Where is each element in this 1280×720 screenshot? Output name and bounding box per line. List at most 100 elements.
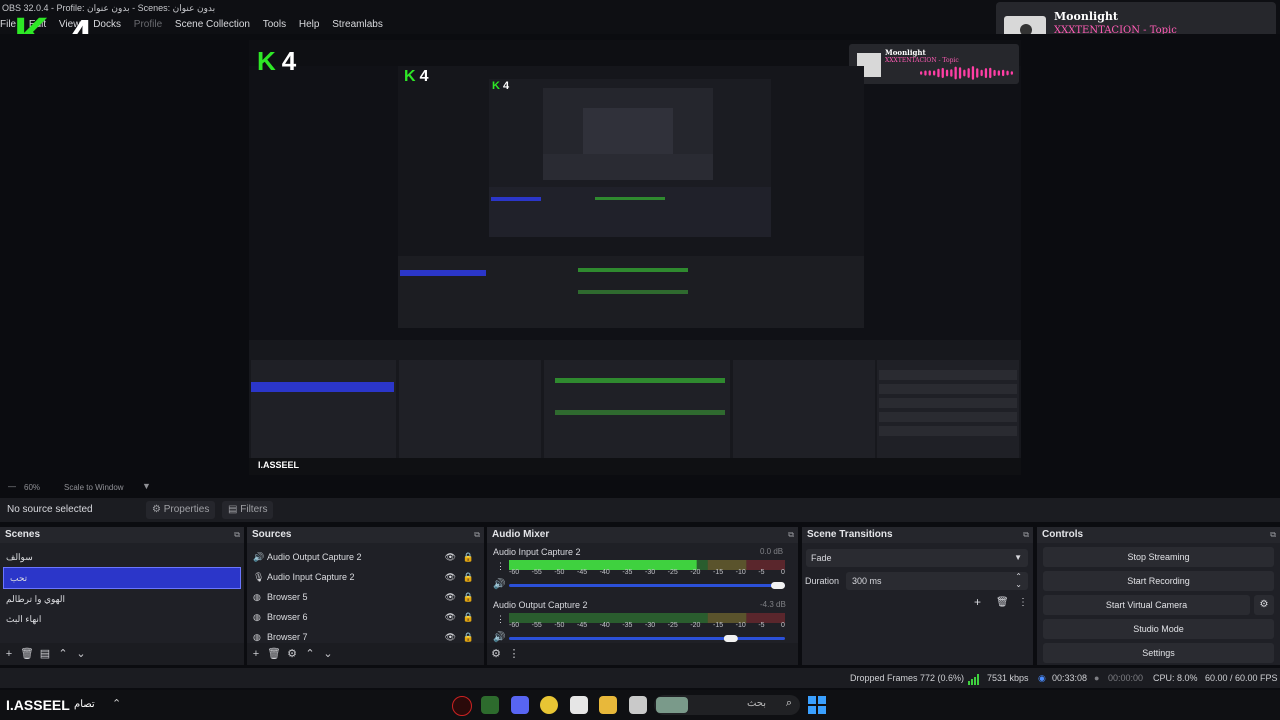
lock-icon[interactable]: 🔒 [463, 587, 474, 607]
scale-tick: 0 [781, 622, 785, 629]
menu-scene-collection[interactable]: Scene Collection [175, 16, 250, 34]
speaker-icon[interactable]: 🔊 [493, 579, 505, 590]
menu-help[interactable]: Help [299, 16, 320, 34]
source-item[interactable]: 🔊 Audio Output Capture 2 👁 🔒 [247, 547, 484, 567]
more-icon[interactable]: ⋮ [496, 561, 505, 572]
chevron-down-icon[interactable]: ⌄ [319, 643, 337, 665]
source-item[interactable]: 🎙 Audio Input Capture 2 👁 🔒 [247, 567, 484, 587]
chevron-down-icon[interactable]: ⌄ [72, 643, 90, 665]
volume-slider[interactable] [509, 581, 785, 591]
virtual-camera-settings-icon[interactable]: ⚙ [1254, 595, 1274, 615]
start-recording-button[interactable]: Start Recording [1043, 571, 1274, 591]
filter-icon[interactable]: ▤ [36, 643, 54, 665]
more-icon[interactable]: ⋮ [505, 643, 523, 665]
visualizer-bar [1010, 71, 1013, 75]
add-icon[interactable]: + [247, 643, 265, 665]
trash-icon[interactable]: 🗑 [18, 643, 36, 665]
add-icon[interactable]: + [0, 643, 18, 665]
more-icon[interactable]: ⋮ [496, 614, 505, 625]
lock-icon[interactable]: 🔒 [463, 567, 474, 587]
gear-icon[interactable]: ⚙ [283, 643, 301, 665]
scene-item[interactable]: سوالف [0, 547, 244, 567]
chevron-up-icon[interactable]: ⌃ [301, 643, 319, 665]
scale-tick: -60 [509, 569, 520, 576]
start-virtual-camera-button[interactable]: Start Virtual Camera [1043, 595, 1250, 615]
slider-handle[interactable] [771, 582, 785, 589]
scale-tick: -20 [690, 569, 701, 576]
scene-item[interactable]: الهوي وا ترطالم [0, 589, 244, 609]
eye-icon[interactable]: 👁 [445, 547, 456, 567]
chrome-icon[interactable] [540, 696, 558, 714]
eye-icon[interactable]: 👁 [445, 567, 456, 587]
scale-tick: -15 [713, 622, 724, 629]
undock-icon[interactable]: ⧉ [1023, 527, 1029, 543]
eye-icon[interactable]: 👁 [445, 607, 456, 627]
folder-icon[interactable] [599, 696, 617, 714]
chevron-up-icon[interactable]: ⌃ [54, 643, 72, 665]
search-placeholder: بحث [746, 698, 766, 709]
undock-icon[interactable]: ⧉ [234, 527, 240, 543]
menu-streamlabs[interactable]: Streamlabs [332, 16, 383, 34]
gear-icon[interactable]: ⚙ [487, 643, 505, 665]
speaker-icon[interactable]: 🔊 [493, 632, 505, 643]
filters-button[interactable]: ▤ Filters [222, 501, 274, 519]
menu-tools[interactable]: Tools [263, 16, 286, 34]
properties-button[interactable]: ⚙ Properties [146, 501, 216, 519]
add-icon[interactable]: + [974, 595, 981, 609]
mixer-header: Audio Mixer ⧉ [487, 527, 798, 543]
transition-select[interactable]: Fade ▼ [806, 549, 1028, 567]
visualizer-bar [933, 70, 936, 76]
source-item[interactable]: ◍ Browser 5 👁 🔒 [247, 587, 484, 607]
scene-transitions-dock: Scene Transitions ⧉ Fade ▼ Duration 300 m… [802, 527, 1033, 665]
taskbar: I.ASSEEL تصام ⌃ بحث ⌕ [0, 690, 1280, 720]
visualizer-bar [963, 69, 966, 77]
volume-slider[interactable] [509, 634, 785, 644]
search-box[interactable]: بحث ⌕ [654, 695, 800, 715]
scenes-footer: + 🗑 ▤ ⌃ ⌄ [0, 643, 244, 665]
windows-start-icon[interactable] [808, 696, 826, 714]
spin-down-icon[interactable]: ⌄ [1015, 576, 1022, 594]
window-icon[interactable] [629, 696, 647, 714]
slider-track[interactable] [509, 637, 785, 640]
settings-button[interactable]: Settings [1043, 643, 1274, 663]
zoom-dropdown-icon[interactable]: ▼ [142, 481, 151, 491]
discord-icon[interactable] [511, 696, 529, 714]
trash-icon[interactable]: 🗑 [996, 597, 1009, 608]
chevron-up-icon[interactable]: ⌃ [112, 697, 121, 710]
sources-dock: Sources ⧉ 🔊 Audio Output Capture 2 👁 🔒 🎙 Audi… [247, 527, 484, 665]
scene-item[interactable]: انهاء البث [0, 609, 244, 629]
undock-icon[interactable]: ⧉ [474, 527, 480, 543]
record-icon: ● [1094, 673, 1100, 683]
scale-tick: -5 [758, 622, 765, 629]
lock-icon[interactable]: 🔒 [463, 607, 474, 627]
more-icon[interactable]: ⋮ [1018, 597, 1028, 608]
eye-icon[interactable]: 👁 [445, 587, 456, 607]
lock-icon[interactable]: 🔒 [463, 547, 474, 567]
scale-tick: -30 [645, 622, 656, 629]
obs-icon[interactable] [452, 696, 472, 716]
app-icon[interactable] [481, 696, 499, 714]
undock-icon[interactable]: ⧉ [788, 527, 794, 543]
scale-tick: -20 [690, 622, 701, 629]
visualizer-bar [937, 68, 940, 78]
undock-icon[interactable]: ⧉ [1270, 527, 1276, 543]
duration-input[interactable]: 300 ms ⌃ ⌄ [846, 572, 1028, 590]
studio-mode-button[interactable]: Studio Mode [1043, 619, 1274, 639]
zoom-level[interactable]: 60% [24, 483, 40, 492]
slider-handle[interactable] [723, 635, 738, 642]
visualizer-bar [967, 68, 970, 78]
mic-icon: 🎙 [253, 572, 265, 582]
trash-icon[interactable]: 🗑 [265, 643, 283, 665]
source-item[interactable]: ◍ Browser 6 👁 🔒 [247, 607, 484, 627]
channel-name: Audio Output Capture 2 [493, 600, 588, 610]
search-icon: ⌕ [785, 697, 792, 709]
menu-profile[interactable]: Profile [134, 16, 162, 34]
store-icon[interactable] [570, 696, 588, 714]
zoom-mode[interactable]: Scale to Window [64, 483, 124, 492]
scale-tick: -10 [735, 622, 746, 629]
status-bar: Dropped Frames 772 (0.6%) 7531 kbps ◉ 00… [0, 668, 1280, 688]
slider-track[interactable] [509, 584, 785, 587]
scene-item-selected[interactable]: تحب [3, 567, 241, 589]
channel-name: Audio Input Capture 2 [493, 547, 581, 557]
stop-streaming-button[interactable]: Stop Streaming [1043, 547, 1274, 567]
